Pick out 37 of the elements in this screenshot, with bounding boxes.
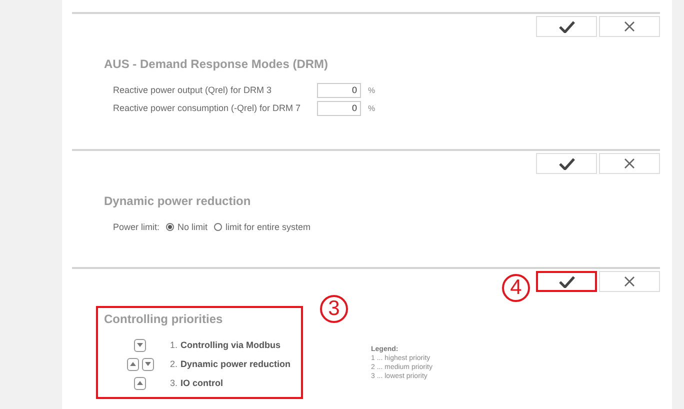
input-field[interactable]: 0	[317, 82, 361, 98]
field-label: Power limit:	[113, 222, 160, 232]
radio-button[interactable]	[214, 223, 222, 231]
section-title: AUS - Demand Response Modes (DRM)	[104, 57, 330, 71]
radio-button[interactable]	[166, 223, 174, 231]
step-marker: 3	[320, 295, 348, 323]
radio-label[interactable]: limit for entire system	[226, 222, 311, 232]
priority-label: Controlling via Modbus	[180, 340, 281, 350]
move-up-button[interactable]	[126, 358, 138, 370]
priority-number: 2.	[170, 359, 178, 369]
check-icon	[558, 158, 574, 170]
triangle-down-icon	[137, 343, 143, 347]
unit-label: %	[368, 104, 376, 112]
check-icon	[558, 20, 574, 32]
move-up-button[interactable]	[134, 376, 146, 390]
step-marker: 4	[502, 274, 530, 302]
triangle-down-icon	[144, 362, 150, 366]
priority-number: 3.	[170, 378, 178, 388]
section-title: Dynamic power reduction	[104, 194, 252, 208]
priority-label: Dynamic power reduction	[180, 359, 291, 369]
move-down-button[interactable]	[142, 358, 154, 370]
field-label: Reactive power consumption (-Qrel) for DRM 7	[113, 103, 302, 113]
unit-label: %	[368, 86, 376, 94]
close-icon	[624, 21, 635, 32]
close-icon	[624, 276, 635, 287]
priority-label: IO control	[180, 378, 224, 388]
radio-label[interactable]: No limit	[178, 222, 208, 232]
triangle-up-icon	[130, 362, 136, 366]
close-icon	[624, 158, 635, 169]
move-down-button[interactable]	[134, 338, 146, 352]
confirm-button[interactable]	[536, 271, 597, 292]
section-title: Controlling priorities	[104, 312, 224, 326]
field-label: Reactive power output (Qrel) for DRM 3	[113, 85, 273, 95]
triangle-up-icon	[137, 381, 143, 385]
input-field[interactable]: 0	[317, 100, 361, 116]
check-icon	[558, 276, 574, 288]
priority-number: 1.	[170, 340, 178, 350]
